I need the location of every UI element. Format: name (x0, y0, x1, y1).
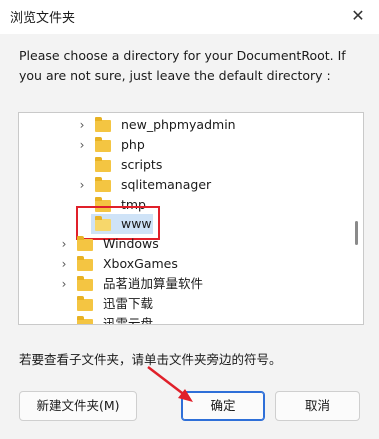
red-arrow-annotation (147, 366, 193, 402)
